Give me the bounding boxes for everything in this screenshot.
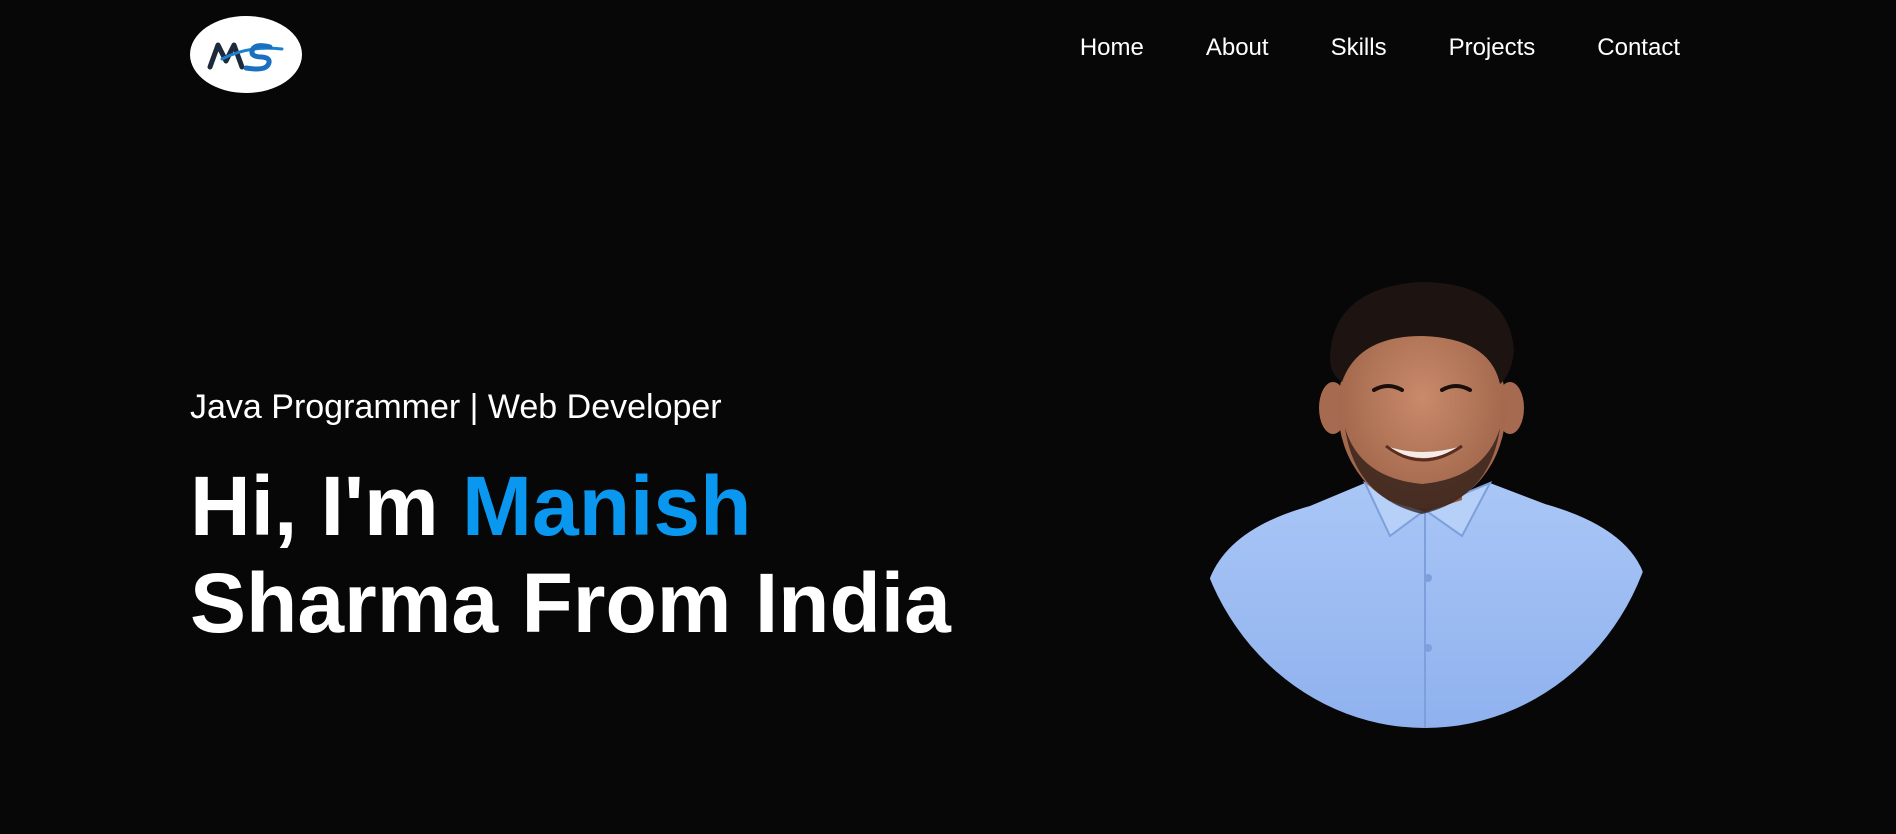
nav-skills[interactable]: Skills xyxy=(1331,33,1387,63)
hero-subtitle: Java Programmer | Web Developer xyxy=(190,388,722,426)
site-logo[interactable] xyxy=(190,16,302,93)
main-nav: Home About Skills Projects Contact xyxy=(1080,33,1680,63)
hero-first-name: Manish xyxy=(462,459,752,553)
hero-name-rest: Sharma From India xyxy=(190,556,951,650)
nav-about[interactable]: About xyxy=(1206,33,1269,63)
page: Home About Skills Projects Contact Java … xyxy=(0,0,1896,834)
hero-greeting: Hi, I'm xyxy=(190,459,439,553)
nav-projects[interactable]: Projects xyxy=(1449,33,1536,63)
hero-headline: Hi, I'm Manish Sharma From India xyxy=(190,458,951,652)
profile-photo xyxy=(1190,282,1660,728)
ms-logo-icon xyxy=(207,42,284,71)
nav-contact[interactable]: Contact xyxy=(1597,33,1680,63)
nav-home[interactable]: Home xyxy=(1080,33,1144,63)
